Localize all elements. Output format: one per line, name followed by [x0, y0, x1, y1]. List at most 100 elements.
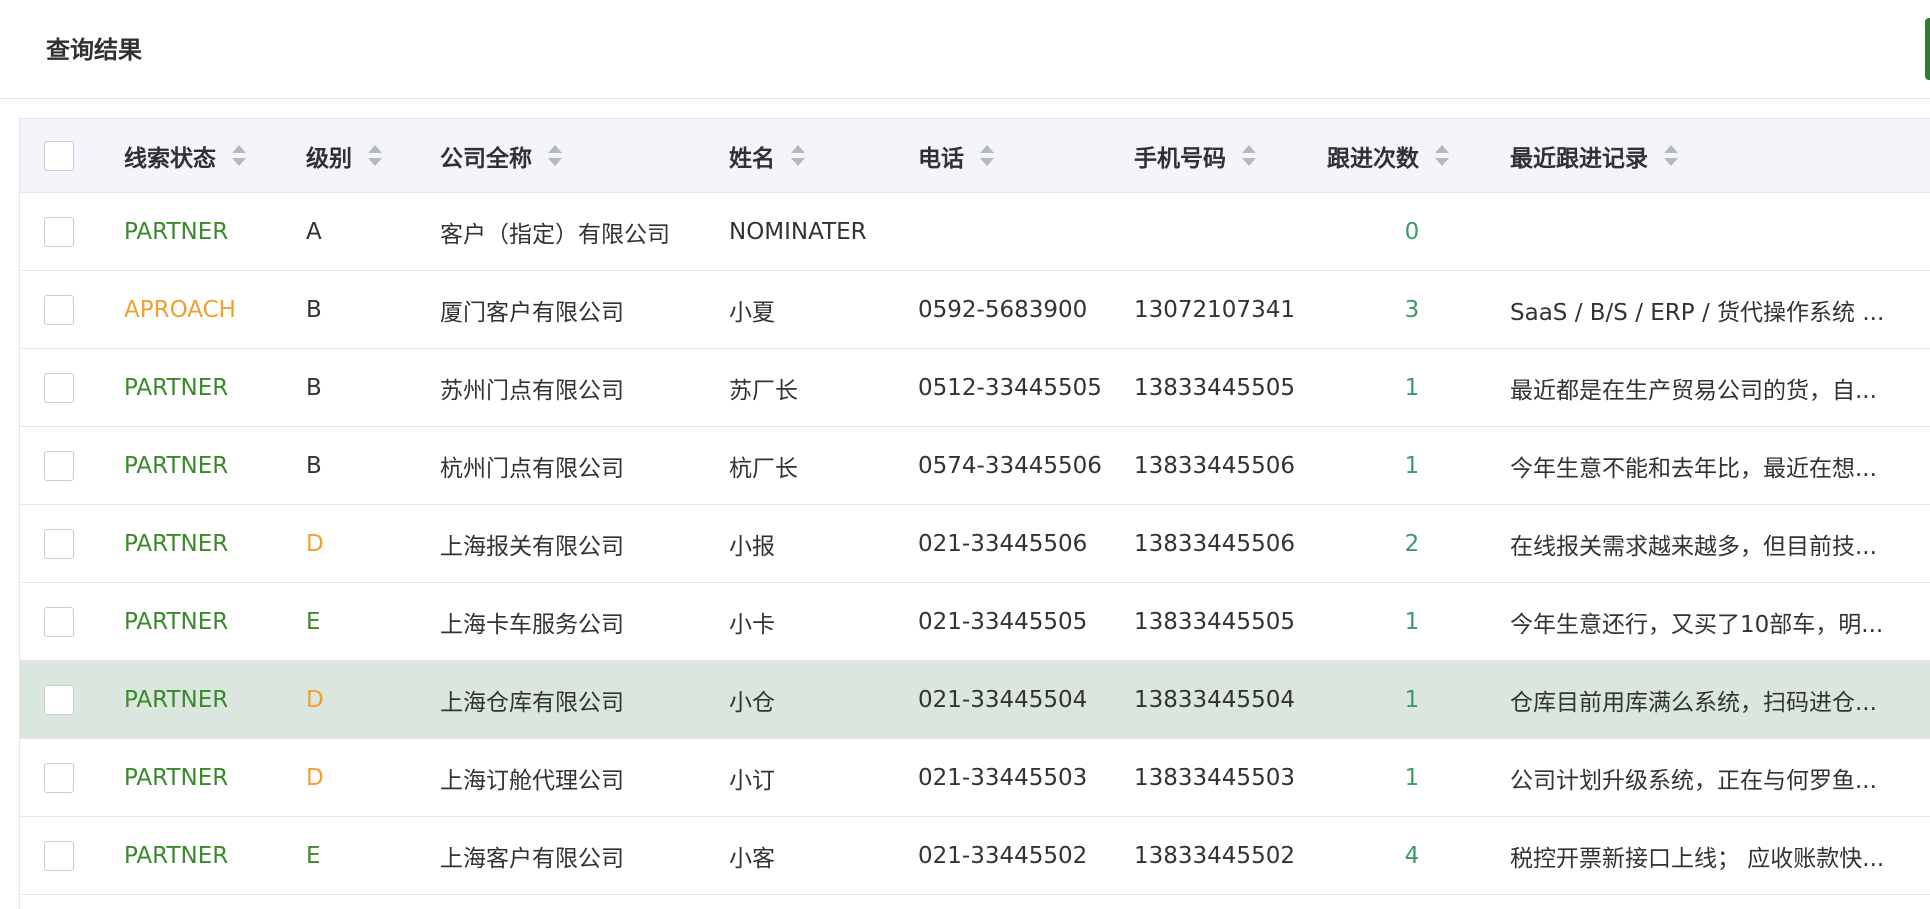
latest-record-cell: 公司计划升级系统，正在与何罗鱼...	[1510, 739, 1930, 816]
action-button-edge[interactable]	[1925, 18, 1930, 80]
level: B	[306, 374, 322, 401]
sort-icon[interactable]	[1242, 145, 1256, 166]
level: E	[306, 608, 321, 635]
company-name: 上海报关有限公司	[440, 533, 624, 560]
latest-record-cell: 最近都是在生产贸易公司的货，自...	[1510, 349, 1930, 426]
contact-name: 小卡	[729, 611, 775, 638]
followup-count: 1	[1404, 764, 1420, 791]
row-checkbox[interactable]	[44, 762, 74, 793]
row-checkbox[interactable]	[44, 840, 74, 871]
table-row[interactable]: PARTNER D 上海报关有限公司 小报 021-33445506 13833…	[20, 505, 1930, 583]
row-checkbox-cell	[44, 193, 78, 270]
table-row[interactable]: APROACH B 厦门客户有限公司 小夏 0592-5683900 13072…	[20, 271, 1930, 349]
sort-icon[interactable]	[548, 145, 562, 166]
table-row[interactable]: PARTNER B 苏州门点有限公司 苏厂长 0512-33445505 138…	[20, 349, 1930, 427]
column-header-latest-record[interactable]: 最近跟进记录	[1510, 119, 1930, 192]
select-all-checkbox[interactable]	[44, 140, 74, 171]
column-header-phone[interactable]: 电话	[918, 119, 1123, 192]
company-name: 上海卡车服务公司	[440, 611, 624, 638]
lead-status: PARTNER	[124, 530, 229, 557]
table-row[interactable]: PARTNER D 上海仓库有限公司 小仓 021-33445504 13833…	[20, 661, 1930, 739]
latest-record-cell: SaaS / B/S / ERP / 货代操作系统 ...	[1510, 271, 1930, 348]
level: D	[306, 764, 324, 791]
followup-count: 2	[1404, 530, 1420, 557]
page-title: 查询结果	[46, 36, 142, 64]
row-checkbox[interactable]	[44, 450, 74, 481]
lead-status: PARTNER	[124, 452, 229, 479]
lead-status: APROACH	[124, 296, 236, 323]
row-checkbox[interactable]	[44, 528, 74, 559]
followup-count: 3	[1404, 296, 1420, 323]
phone: 0512-33445505	[918, 374, 1102, 401]
phone: 021-33445504	[918, 686, 1088, 713]
column-header-status[interactable]: 线索状态	[124, 119, 294, 192]
table-row[interactable]: PARTNER A 客户（指定）有限公司 NOMINATER 0	[20, 193, 1930, 271]
latest-record: SaaS / B/S / ERP / 货代操作系统 ...	[1510, 299, 1885, 326]
mobile: 13833445505	[1134, 608, 1295, 635]
phone	[918, 193, 1123, 270]
latest-record: 今年生意不能和去年比，最近在想...	[1510, 455, 1877, 482]
contact-name: 小仓	[729, 689, 775, 716]
table-row[interactable]: PARTNER D 上海订舱代理公司 小订 021-33445503 13833…	[20, 739, 1930, 817]
results-table: 线索状态 级别 公司全称 姓名 电话 手机号码 跟进次数 最近跟进记录 PART…	[19, 118, 1930, 909]
contact-name: 小订	[729, 767, 775, 794]
sort-icon[interactable]	[1664, 145, 1678, 166]
followup-count: 1	[1404, 374, 1420, 401]
column-label: 手机号码	[1134, 145, 1226, 172]
result-header: 查询结果	[0, 0, 1930, 99]
column-header-name[interactable]: 姓名	[729, 119, 899, 192]
mobile: 13833445505	[1134, 374, 1295, 401]
row-checkbox-cell	[44, 817, 78, 894]
latest-record-cell	[1510, 193, 1930, 270]
followup-count: 1	[1404, 608, 1420, 635]
contact-name: 小客	[729, 845, 775, 872]
company-name: 厦门客户有限公司	[440, 299, 624, 326]
row-checkbox-cell	[44, 349, 78, 426]
company-name: 上海客户有限公司	[440, 845, 624, 872]
mobile: 13833445506	[1134, 452, 1295, 479]
level: D	[306, 686, 324, 713]
latest-record: 仓库目前用库满么系统，扫码进仓...	[1510, 689, 1877, 716]
company-name: 杭州门点有限公司	[440, 455, 624, 482]
sort-icon[interactable]	[980, 145, 994, 166]
mobile: 13833445503	[1134, 764, 1295, 791]
level: D	[306, 530, 324, 557]
row-checkbox[interactable]	[44, 216, 74, 247]
column-label: 最近跟进记录	[1510, 145, 1648, 172]
lead-status: PARTNER	[124, 608, 229, 635]
lead-status: PARTNER	[124, 686, 229, 713]
contact-name: NOMINATER	[729, 218, 867, 245]
table-row[interactable]: PARTNER E 上海卡车服务公司 小卡 021-33445505 13833…	[20, 583, 1930, 661]
column-header-level[interactable]: 级别	[306, 119, 426, 192]
company-name: 上海仓库有限公司	[440, 689, 624, 716]
sort-icon[interactable]	[232, 145, 246, 166]
column-header-mobile[interactable]: 手机号码	[1134, 119, 1312, 192]
lead-status: PARTNER	[124, 764, 229, 791]
lead-status: PARTNER	[124, 842, 229, 869]
column-label: 公司全称	[440, 145, 532, 172]
row-checkbox[interactable]	[44, 606, 74, 637]
mobile: 13833445506	[1134, 530, 1295, 557]
latest-record-cell: 仓库目前用库满么系统，扫码进仓...	[1510, 661, 1930, 738]
contact-name: 小报	[729, 533, 775, 560]
table-row[interactable]: PARTNER B 杭州门点有限公司 杭厂长 0574-33445506 138…	[20, 427, 1930, 505]
latest-record: 公司计划升级系统，正在与何罗鱼...	[1510, 767, 1877, 794]
latest-record-cell: 在线报关需求越来越多，但目前技...	[1510, 505, 1930, 582]
column-header-company[interactable]: 公司全称	[440, 119, 710, 192]
latest-record: 税控开票新接口上线； 应收账款快...	[1510, 845, 1885, 872]
phone: 0592-5683900	[918, 296, 1088, 323]
contact-name: 杭厂长	[729, 455, 798, 482]
latest-record: 在线报关需求越来越多，但目前技...	[1510, 533, 1877, 560]
sort-icon[interactable]	[791, 145, 805, 166]
table-row[interactable]: PARTNER E 上海客户有限公司 小客 021-33445502 13833…	[20, 817, 1930, 895]
column-header-followup-count[interactable]: 跟进次数	[1327, 119, 1497, 192]
followup-count: 0	[1404, 218, 1420, 245]
latest-record: 今年生意还行，又买了10部车，明...	[1510, 611, 1884, 638]
row-checkbox[interactable]	[44, 372, 74, 403]
sort-icon[interactable]	[368, 145, 382, 166]
company-name: 苏州门点有限公司	[440, 377, 624, 404]
row-checkbox[interactable]	[44, 684, 74, 715]
phone: 0574-33445506	[918, 452, 1102, 479]
sort-icon[interactable]	[1435, 145, 1449, 166]
row-checkbox[interactable]	[44, 294, 74, 325]
